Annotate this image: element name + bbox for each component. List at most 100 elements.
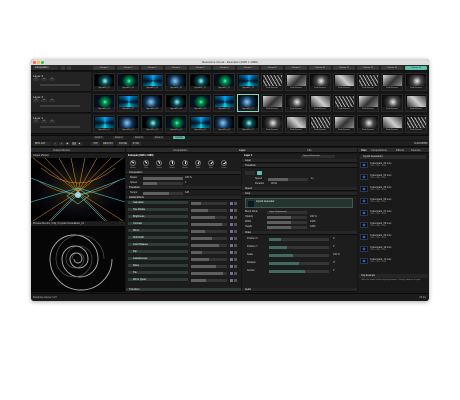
blend-mode-dropdown[interactable]: Layer Determined: [267, 210, 307, 214]
clip-slot[interactable]: Gyroid3D_13: [237, 73, 259, 91]
transform-section[interactable]: Transform: [126, 186, 241, 190]
generator-dropdown[interactable]: Gyroid Generator: [301, 154, 335, 158]
resync-button[interactable]: RESYNC: [102, 142, 114, 146]
column-header[interactable]: Column 10: [309, 66, 331, 70]
layer-auto-button[interactable]: A: [41, 99, 47, 102]
tab-effects[interactable]: Effects: [396, 149, 404, 152]
transform-param-slider[interactable]: [269, 261, 329, 265]
clip-slot[interactable]: Dark Scenes: [333, 94, 355, 112]
clip-slot[interactable]: Dark Scenes: [405, 94, 427, 112]
tab-layer[interactable]: Layer: [239, 149, 246, 152]
effect-toggle[interactable]: [230, 264, 233, 268]
effect-toggle[interactable]: [230, 250, 233, 254]
layer-bypass-button[interactable]: B: [49, 78, 55, 81]
deck-tab[interactable]: Deck 3: [133, 136, 145, 139]
deck-tab[interactable]: Gyroids: [173, 136, 186, 139]
column-header[interactable]: Column 13: [381, 66, 403, 70]
effect-toggle[interactable]: [234, 243, 237, 247]
effect-toggle[interactable]: [234, 215, 237, 219]
clip-slot[interactable]: Gyroid3D_08: [117, 73, 139, 91]
deck-tab[interactable]: Deck 2: [113, 136, 125, 139]
speed-slider[interactable]: [143, 181, 183, 185]
layer-clear-button[interactable]: X: [33, 99, 39, 102]
transform-param-slider[interactable]: [269, 253, 329, 257]
layer-bypass-button[interactable]: B: [49, 99, 55, 102]
tap-button[interactable]: TAP: [91, 142, 100, 146]
transform-param-slider[interactable]: [269, 245, 329, 249]
clip-slot[interactable]: Dark Scenes: [285, 115, 307, 133]
clip-slot[interactable]: Gyroid3D_07: [93, 73, 115, 91]
transform-param-slider[interactable]: [269, 269, 329, 273]
column-header[interactable]: Column 6: [213, 66, 235, 70]
effect-toggle[interactable]: [234, 236, 237, 240]
layer-param-slider[interactable]: [267, 225, 307, 229]
effect-slider[interactable]: [191, 271, 227, 275]
layer-clear-button[interactable]: X: [33, 78, 39, 81]
column-header[interactable]: Column 12: [357, 66, 379, 70]
clip-slot[interactable]: Gyroid3D_04: [165, 115, 187, 133]
clip-slot[interactable]: Gyroid3D_01: [93, 115, 115, 133]
effect-slider[interactable]: [191, 257, 227, 261]
layer-bypass-button[interactable]: B: [49, 120, 55, 123]
effect-row[interactable]: Flip: [128, 250, 188, 254]
effect-row[interactable]: Saturation: [128, 201, 188, 205]
effect-toggle[interactable]: [230, 243, 233, 247]
clip-slot[interactable]: Dark Scenes: [357, 73, 379, 91]
deck-tab[interactable]: Deck 4: [153, 136, 165, 139]
file-item[interactable]: Cyberspark_03.mov 1920 x 1080 - 00:08: [358, 161, 428, 169]
tab-compositions[interactable]: Compositions: [371, 149, 387, 152]
global-effects-section[interactable]: Global Effects: [126, 196, 241, 200]
tab-composition[interactable]: Composition: [173, 149, 187, 152]
clip-slot[interactable]: Gyroid3D_10: [165, 73, 187, 91]
file-item[interactable]: Cyberspark_04.mov 1920 x 1080 - 00:08: [358, 173, 428, 181]
file-item[interactable]: Cyberspark_06.mov 1920 x 1080 - 00:08: [358, 197, 428, 205]
clip-slot[interactable]: Gyroid3D_06: [213, 115, 235, 133]
clip-slot[interactable]: Dark Scenes: [357, 94, 379, 112]
layer-opacity-fader[interactable]: [40, 126, 80, 128]
clip-slot[interactable]: Dark Scenes: [309, 73, 331, 91]
tab-output-monitor[interactable]: Output Monitor: [53, 149, 70, 152]
clip-slot[interactable]: Gyroid3D_11: [189, 73, 211, 91]
effect-toggle[interactable]: [234, 271, 237, 275]
effect-row[interactable]: Contrast: [128, 222, 188, 226]
play-icon[interactable]: ▶: [65, 142, 70, 146]
effect-toggle[interactable]: [230, 201, 233, 205]
file-item[interactable]: Cyberspark_09.mov 1920 x 1080 - 00:08: [358, 233, 428, 241]
column-header[interactable]: Column 7: [237, 66, 259, 70]
effect-toggle[interactable]: [234, 278, 237, 282]
column-header[interactable]: Column 4: [165, 66, 187, 70]
layer-auto-button[interactable]: A: [41, 120, 47, 123]
effect-toggle[interactable]: [230, 257, 233, 261]
effect-row[interactable]: Tile: [128, 271, 188, 275]
effect-toggle[interactable]: [234, 257, 237, 261]
layer-section[interactable]: Layer: [242, 159, 357, 163]
effect-toggle[interactable]: [230, 215, 233, 219]
composition-b-button[interactable]: [67, 66, 71, 70]
tempo-slider[interactable]: [143, 191, 183, 195]
effect-slider[interactable]: [191, 264, 227, 268]
clip-slot[interactable]: Dark Scenes: [261, 115, 283, 133]
clip-slot[interactable]: Gyroid3D_05: [189, 94, 211, 112]
clip-slot[interactable]: Gyroid3D_05: [189, 115, 211, 133]
bpm-display[interactable]: BPM 128: [33, 142, 51, 146]
clip-slot[interactable]: Gyroid3D_12: [213, 73, 235, 91]
sync-button[interactable]: SYNC: [131, 142, 141, 146]
column-header[interactable]: Column 9: [285, 66, 307, 70]
bpm-minus-button[interactable]: −: [53, 142, 58, 146]
clip-slot[interactable]: Dark Scenes: [357, 115, 379, 133]
clip-slot[interactable]: Gyroid3D_01: [93, 94, 115, 112]
clip-slot[interactable]: Dark Scenes: [261, 73, 283, 91]
clip-slot[interactable]: Dark Scenes: [285, 73, 307, 91]
composition-x-button[interactable]: [61, 66, 65, 70]
effect-toggle[interactable]: [234, 250, 237, 254]
effect-slider[interactable]: [191, 222, 227, 226]
crop-section[interactable]: Crop: [242, 192, 357, 196]
clip-slot[interactable]: Gyroid3D_02: [117, 115, 139, 133]
file-item[interactable]: Cyberspark_05.mov 1920 x 1080 - 00:08: [358, 185, 428, 193]
effect-row[interactable]: Hue Rotate: [128, 208, 188, 212]
generator-effect-card[interactable]: Gyroid Generator: [245, 198, 353, 208]
composition-section[interactable]: Composition: [126, 171, 241, 175]
effect-row[interactable]: Mirror Quad: [128, 278, 188, 282]
clip-slot[interactable]: Gyroid3D_02: [117, 94, 139, 112]
effect-toggle[interactable]: [230, 208, 233, 212]
